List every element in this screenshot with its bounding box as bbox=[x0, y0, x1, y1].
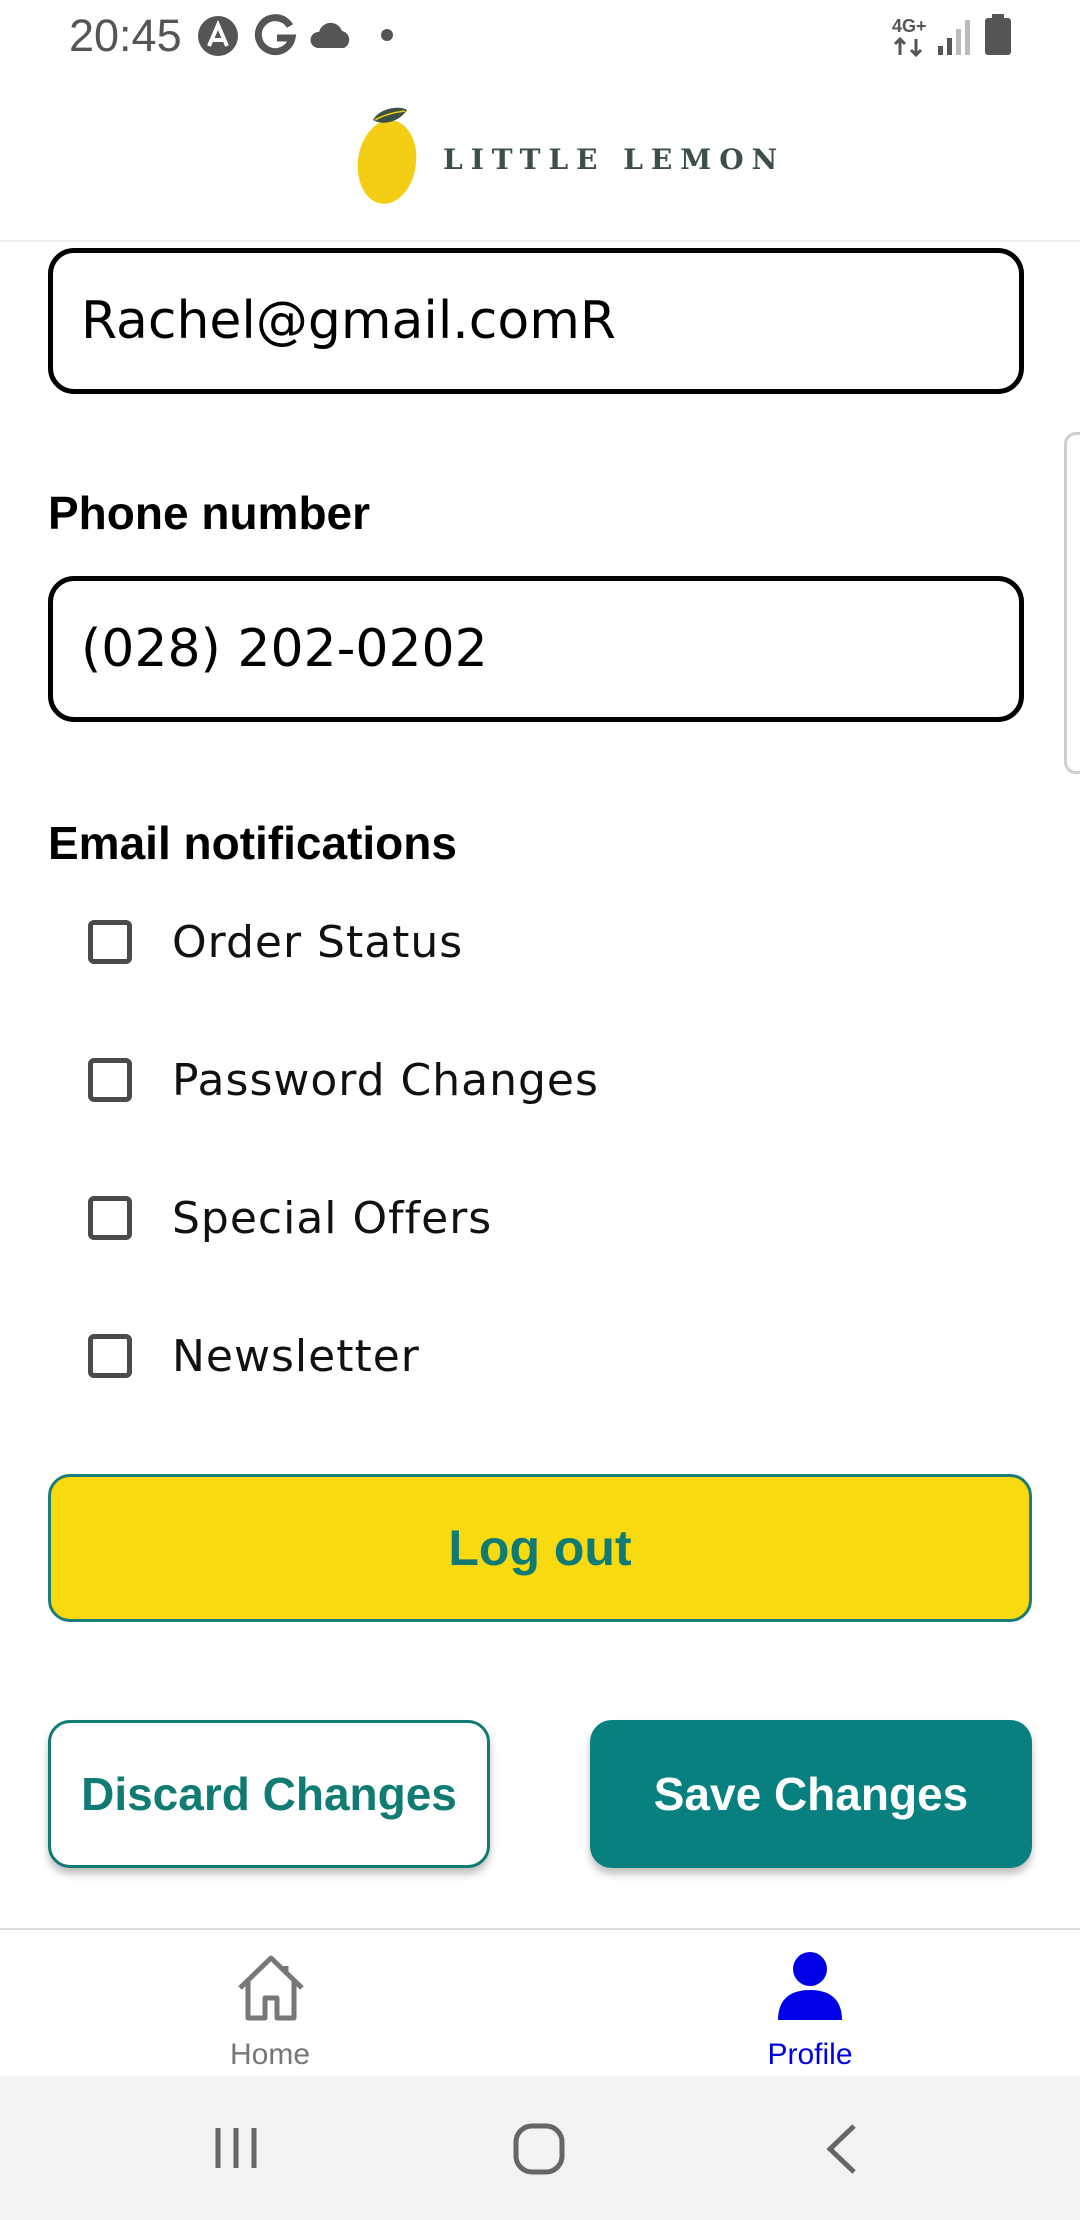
logo-text: LITTLE LEMON bbox=[443, 142, 786, 176]
tab-label: Home bbox=[229, 2038, 311, 2071]
tab-home[interactable]: Home bbox=[120, 1930, 420, 2078]
a-circle-icon bbox=[196, 14, 240, 63]
logout-button[interactable]: Log out bbox=[48, 1474, 1032, 1622]
recent-apps-icon[interactable] bbox=[212, 2124, 260, 2177]
scroll-indicator[interactable] bbox=[1064, 432, 1080, 774]
lemon-logo-icon bbox=[355, 106, 421, 213]
checkbox-password-changes[interactable]: Password Changes bbox=[88, 1040, 599, 1120]
google-g-icon bbox=[254, 14, 298, 63]
checkbox[interactable] bbox=[88, 1334, 132, 1378]
checkbox[interactable] bbox=[88, 1196, 132, 1240]
logo: LITTLE LEMON bbox=[355, 104, 785, 214]
status-bar: 20:45 4G+ bbox=[0, 0, 1080, 72]
save-changes-button[interactable]: Save Changes bbox=[590, 1720, 1032, 1868]
phone-field[interactable]: (028) 202-0202 bbox=[48, 576, 1024, 722]
system-nav-bar bbox=[0, 2076, 1080, 2220]
email-field[interactable]: Rachel@gmail.comR bbox=[48, 248, 1024, 394]
tab-label: Profile bbox=[767, 2038, 853, 2071]
checkbox-label: Newsletter bbox=[172, 1330, 420, 1382]
discard-changes-button[interactable]: Discard Changes bbox=[48, 1720, 490, 1868]
checkbox-newsletter[interactable]: Newsletter bbox=[88, 1316, 420, 1396]
signal-icon bbox=[936, 18, 972, 61]
checkbox[interactable] bbox=[88, 1058, 132, 1102]
checkbox[interactable] bbox=[88, 920, 132, 964]
phone-label: Phone number bbox=[48, 487, 371, 539]
person-icon bbox=[774, 1950, 846, 2027]
checkbox-label: Order Status bbox=[172, 916, 464, 968]
notifications-title: Email notifications bbox=[48, 817, 457, 869]
app-header: LITTLE LEMON bbox=[0, 72, 1080, 242]
dot-icon bbox=[380, 28, 394, 47]
network-4g-icon: 4G+ bbox=[892, 16, 932, 57]
cloud-icon bbox=[310, 22, 352, 55]
checkbox-label: Password Changes bbox=[172, 1054, 599, 1106]
battery-icon bbox=[984, 14, 1012, 61]
checkbox-special-offers[interactable]: Special Offers bbox=[88, 1178, 492, 1258]
tab-profile[interactable]: Profile bbox=[660, 1930, 960, 2078]
network-type: 4G+ bbox=[892, 16, 927, 36]
home-circle-icon[interactable] bbox=[512, 2122, 566, 2181]
home-icon bbox=[234, 1952, 308, 2027]
bottom-tab-bar: Home Profile bbox=[0, 1928, 1080, 2078]
checkbox-order-status[interactable]: Order Status bbox=[88, 902, 463, 982]
checkbox-label: Special Offers bbox=[172, 1192, 493, 1244]
back-icon[interactable] bbox=[822, 2122, 862, 2181]
status-time: 20:45 bbox=[69, 10, 182, 61]
